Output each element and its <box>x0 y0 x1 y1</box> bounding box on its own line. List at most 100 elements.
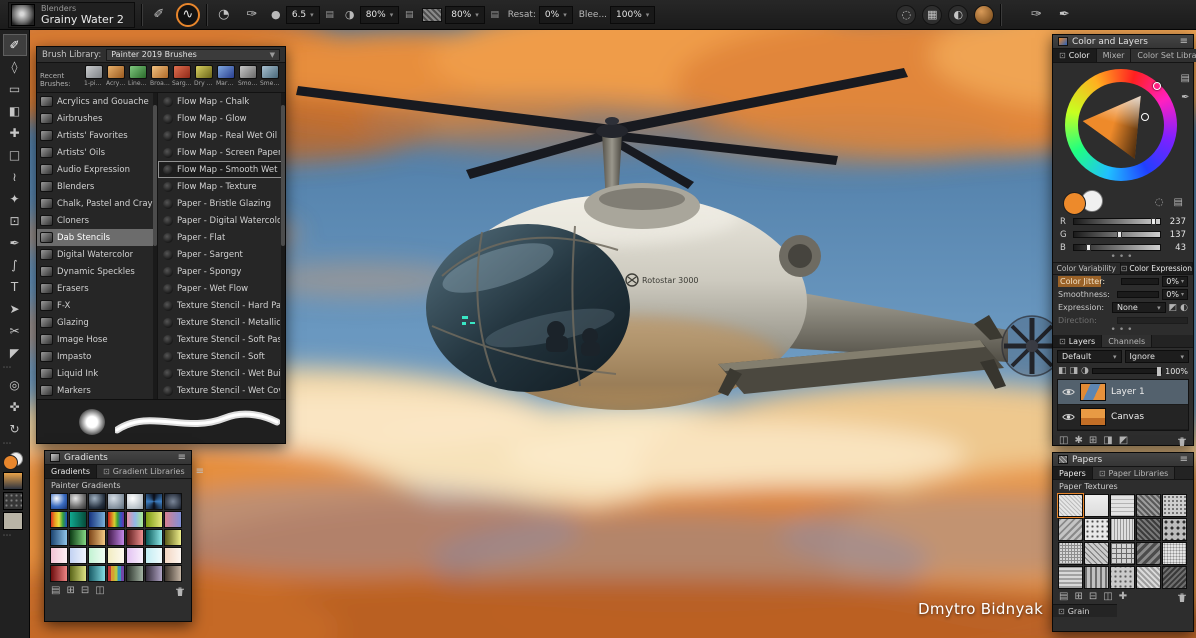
tab-channels[interactable]: Channels <box>1102 335 1152 347</box>
tab-gradient-libraries[interactable]: ⊡Gradient Libraries <box>97 465 192 478</box>
recent-brush[interactable]: Marbli... <box>216 65 236 87</box>
resat-input[interactable]: 0%▾ <box>539 6 573 24</box>
gradient-swatch[interactable] <box>50 547 68 564</box>
tab-layers[interactable]: ⊡Layers <box>1053 335 1102 347</box>
brush-tool[interactable]: ✐ <box>3 34 27 56</box>
paint-bucket-tool[interactable]: ◧ <box>3 100 27 122</box>
brush-variant[interactable]: Flow Map - Chalk <box>158 93 285 110</box>
dynamic-plugins-icon[interactable]: ✱ <box>1074 436 1082 446</box>
paper-swatch[interactable] <box>1136 566 1161 589</box>
panel-header[interactable]: Papers ≡ <box>1053 453 1193 467</box>
spinner-icon[interactable]: ▾ <box>1181 278 1184 285</box>
paper-swatch[interactable] <box>1136 518 1161 541</box>
expression-dropdown[interactable]: None▾ <box>1112 302 1166 313</box>
primary-color-swatch[interactable] <box>1063 192 1086 215</box>
paper-swatch[interactable] <box>1058 542 1083 565</box>
gradient-swatch[interactable] <box>107 493 125 510</box>
brush-category[interactable]: Image Hose <box>37 331 157 348</box>
panel-header[interactable]: Color and Layers ≡ <box>1053 35 1193 49</box>
rotate-page-tool[interactable]: ↻ <box>3 418 27 440</box>
import-paper-icon[interactable]: ⊞ <box>1074 592 1082 602</box>
panel-options-dots-icon[interactable]: ••• <box>1053 254 1193 262</box>
gradient-swatch[interactable] <box>107 565 125 582</box>
new-layer-icon[interactable]: ⊞ <box>1089 436 1097 446</box>
brush-variant[interactable]: Paper - Spongy <box>158 263 285 280</box>
size-input[interactable]: 6.5▾ <box>286 6 320 24</box>
scrollbar[interactable] <box>153 93 157 399</box>
color-wheel[interactable]: ▤ ✒ <box>1053 63 1193 189</box>
recent-brush[interactable]: Acrylic... <box>106 65 126 87</box>
delete-layer-icon[interactable] <box>1177 436 1187 447</box>
color-wheel-options-icon[interactable]: ✒ <box>1181 92 1189 103</box>
gradient-swatch[interactable] <box>164 493 182 510</box>
gradient-swatch[interactable] <box>126 493 144 510</box>
expression-settings-icon[interactable]: ◐ <box>1180 303 1188 313</box>
quick-curve-tool[interactable]: ∫ <box>3 254 27 276</box>
dropper-tool[interactable]: ◊ <box>3 56 27 78</box>
text-tool[interactable]: T <box>3 276 27 298</box>
layer-commands-icon[interactable]: ◫ <box>1059 436 1068 446</box>
blend-mode-dropdown[interactable]: Default▾ <box>1057 350 1122 363</box>
layer-opacity-slider[interactable] <box>1092 368 1162 374</box>
stroke-preview-icon[interactable]: ∿ <box>176 3 200 27</box>
gradient-swatch[interactable] <box>88 529 106 546</box>
lasso-tool[interactable]: ≀ <box>3 166 27 188</box>
panel-menu-icon[interactable]: ≡ <box>178 453 186 463</box>
gradient-swatch[interactable] <box>164 547 182 564</box>
gradient-swatch[interactable] <box>126 547 144 564</box>
pick-up-underlying-icon[interactable]: ◨ <box>1070 366 1079 376</box>
recent-brush[interactable]: 1-pixel... <box>84 65 104 87</box>
visibility-eye-icon[interactable] <box>1062 388 1075 396</box>
brush-category[interactable]: Artists' Oils <box>37 144 157 161</box>
tab-color-set-libraries[interactable]: Color Set Libraries <box>1131 49 1196 62</box>
gradient-swatch[interactable] <box>145 565 163 582</box>
panel-header[interactable]: Gradients ≡ <box>45 451 191 465</box>
brush-variant[interactable]: Texture Stencil - Soft <box>158 348 285 365</box>
hue-ring[interactable] <box>1065 69 1177 181</box>
tab-papers[interactable]: Papers <box>1053 467 1093 479</box>
clone-source-icon[interactable]: ◌ <box>896 5 916 25</box>
smoothness-slider[interactable] <box>1117 291 1159 298</box>
gradient-swatch[interactable] <box>88 565 106 582</box>
paper-swatch[interactable] <box>1058 518 1083 541</box>
layer-mover-tool[interactable]: ✚ <box>3 122 27 144</box>
brush-library-dropdown[interactable]: Painter 2019 Brushes▼ <box>106 49 280 61</box>
brush-variant[interactable]: Texture Stencil - Wet Buildup <box>158 365 285 382</box>
brush-variant[interactable]: Paper - Sargent <box>158 246 285 263</box>
brush-variant[interactable]: Flow Map - Smooth Wet Oil <box>158 161 285 178</box>
grain-slider-icon[interactable]: ▤ <box>488 10 502 20</box>
dab-options-icon[interactable]: ✐ <box>148 4 170 26</box>
brush-ghost-icon[interactable]: ✑ <box>241 4 263 26</box>
layer-row-layer-1[interactable]: Layer 1 <box>1058 380 1188 405</box>
smoothness-value[interactable]: 0%▾ <box>1162 289 1188 300</box>
export-gradient-icon[interactable]: ⊟ <box>81 586 89 596</box>
spinner-icon[interactable]: ▾ <box>563 11 567 19</box>
gradient-swatch[interactable] <box>69 511 87 528</box>
brush-category[interactable]: Artists' Favorites <box>37 127 157 144</box>
brush-variant[interactable]: Paper - Flat <box>158 229 285 246</box>
mirror-painting-icon[interactable]: ◐ <box>948 5 968 25</box>
gradient-swatch[interactable] <box>88 493 106 510</box>
lock-layer-icon[interactable]: ◩ <box>1119 436 1128 446</box>
primary-secondary-colors[interactable] <box>1063 190 1103 215</box>
recent-brush[interactable]: Smeary... <box>260 65 280 87</box>
brush-category[interactable]: Erasers <box>37 280 157 297</box>
brush-category[interactable]: Dynamic Speckles <box>37 263 157 280</box>
magnifier-tool[interactable]: ◎ <box>3 374 27 396</box>
new-layer-mask-icon[interactable]: ◨ <box>1103 436 1112 446</box>
brush-category[interactable]: Dab Stencils <box>37 229 157 246</box>
brush-variant[interactable]: Flow Map - Glow <box>158 110 285 127</box>
rect-select-tool[interactable]: □ <box>3 144 27 166</box>
brush-variant[interactable]: Texture Stencil - Soft Pastel <box>158 331 285 348</box>
gradient-swatch[interactable] <box>107 529 125 546</box>
tab-color-variability[interactable]: Color Variability <box>1053 263 1121 274</box>
import-gradient-icon[interactable]: ⊞ <box>66 586 74 596</box>
gradient-swatch[interactable] <box>126 511 144 528</box>
preserve-transparency-icon[interactable]: ◧ <box>1058 366 1067 376</box>
brush-variant[interactable]: Texture Stencil - Wet Cover <box>158 382 285 399</box>
size-slider-icon[interactable]: ▤ <box>323 10 337 20</box>
gradient-swatch[interactable] <box>107 547 125 564</box>
tab-mixer[interactable]: Mixer <box>1097 49 1132 62</box>
grain-toggle[interactable]: ⊡ Grain <box>1053 604 1117 617</box>
gradient-swatch[interactable] <box>145 547 163 564</box>
